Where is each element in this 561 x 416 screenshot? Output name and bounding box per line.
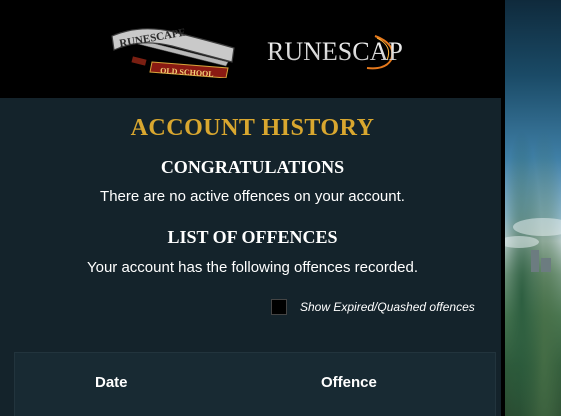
show-expired-toggle[interactable]: Show Expired/Quashed offences xyxy=(271,299,475,315)
offences-table: Date Offence xyxy=(14,352,496,416)
page: RUNESCAPE OLD SCHOOL RUNESCAPE ACCOUNT H… xyxy=(0,0,561,416)
show-expired-checkbox[interactable] xyxy=(271,299,287,315)
runescape-old-school-logo-icon[interactable]: RUNESCAPE OLD SCHOOL xyxy=(110,22,240,78)
account-history-panel: RUNESCAPE OLD SCHOOL RUNESCAPE ACCOUNT H… xyxy=(0,0,505,416)
page-title: ACCOUNT HISTORY xyxy=(130,115,375,141)
column-header-date: Date xyxy=(95,374,128,391)
offences-recorded-text: Your account has the following offences … xyxy=(86,259,419,276)
svg-text:RUNESCAPE: RUNESCAPE xyxy=(267,37,403,66)
background-scenery-image xyxy=(499,0,561,416)
runescape-logo-icon[interactable]: RUNESCAPE xyxy=(263,30,403,72)
list-of-offences-heading: LIST OF OFFENCES xyxy=(167,227,338,247)
show-expired-label[interactable]: Show Expired/Quashed offences xyxy=(300,300,475,314)
congratulations-heading: CONGRATULATIONS xyxy=(160,157,345,177)
column-header-offence: Offence xyxy=(321,374,377,391)
no-active-offences-text: There are no active offences on your acc… xyxy=(100,188,405,205)
site-header: RUNESCAPE OLD SCHOOL RUNESCAPE xyxy=(0,0,501,98)
